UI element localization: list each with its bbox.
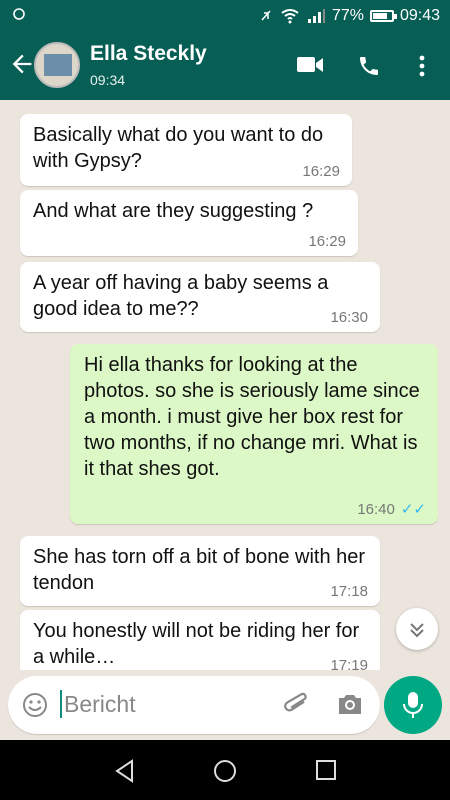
message-bubble-incoming[interactable]: And what are they suggesting ? 16:29	[20, 190, 358, 256]
message-time: 17:18	[330, 583, 368, 600]
message-time-value: 16:40	[357, 501, 395, 518]
more-vert-icon[interactable]	[414, 54, 430, 78]
scroll-down-icon	[410, 623, 424, 638]
message-bubble-incoming[interactable]: Basically what do you want to do with Gy…	[20, 114, 352, 186]
message-input[interactable]: Bericht	[60, 690, 136, 718]
phone-icon[interactable]	[357, 54, 381, 78]
message-text: Hi ella thanks for looking at the photos…	[84, 354, 420, 480]
mute-icon	[261, 10, 271, 21]
system-nav-bar	[0, 740, 450, 800]
message-time: 16:29	[308, 233, 346, 250]
location-icon	[13, 8, 25, 20]
message-bubble-outgoing[interactable]: Hi ella thanks for looking at the photos…	[70, 344, 438, 524]
camera-icon[interactable]	[336, 692, 364, 716]
status-bar: 77% 09:43	[0, 0, 450, 32]
avatar-image	[44, 54, 72, 76]
scroll-down-button[interactable]	[396, 608, 438, 650]
message-bubble-incoming[interactable]: A year off having a baby seems a good id…	[20, 262, 380, 332]
mic-icon	[403, 692, 423, 718]
message-time: 16:29	[302, 163, 340, 180]
message-text: You honestly will not be riding her for …	[33, 620, 360, 668]
mic-button[interactable]	[384, 676, 442, 734]
chat-area[interactable]: Basically what do you want to do with Gy…	[0, 100, 450, 670]
back-arrow-icon[interactable]	[8, 50, 36, 78]
battery-icon	[369, 10, 397, 22]
message-text: She has torn off a bit of bone with her …	[33, 546, 366, 594]
message-time: 17:19	[330, 657, 368, 671]
video-call-icon[interactable]	[296, 54, 324, 76]
message-time: 16:30	[330, 309, 368, 326]
signal-icon	[307, 9, 325, 23]
emoji-icon[interactable]	[22, 692, 48, 718]
message-text: And what are they suggesting ?	[33, 200, 314, 222]
message-text: Basically what do you want to do with Gy…	[33, 124, 324, 172]
nav-back-icon[interactable]	[112, 758, 138, 784]
avatar[interactable]	[34, 42, 80, 88]
battery-level-fill	[372, 13, 387, 19]
message-bubble-incoming[interactable]: She has torn off a bit of bone with her …	[20, 536, 380, 606]
read-ticks-icon: ✓✓	[400, 501, 426, 518]
status-left	[12, 7, 26, 26]
wifi-icon	[281, 9, 299, 24]
message-time: 16:40 ✓✓	[357, 502, 426, 518]
attach-icon[interactable]	[284, 691, 310, 719]
message-text: A year off having a baby seems a good id…	[33, 272, 329, 320]
contact-name[interactable]: Ella Steckly	[90, 42, 207, 66]
nav-recents-icon[interactable]	[314, 758, 338, 782]
message-composer[interactable]: Bericht	[8, 676, 380, 734]
chat-header: Ella Steckly 09:34	[0, 32, 450, 100]
battery-percent: 77%	[331, 7, 364, 24]
status-time: 09:43	[399, 7, 440, 24]
nav-home-icon[interactable]	[212, 758, 238, 784]
status-right: 77% 09:43	[258, 7, 440, 25]
last-seen: 09:34	[90, 72, 126, 88]
message-bubble-incoming[interactable]: You honestly will not be riding her for …	[20, 610, 380, 670]
